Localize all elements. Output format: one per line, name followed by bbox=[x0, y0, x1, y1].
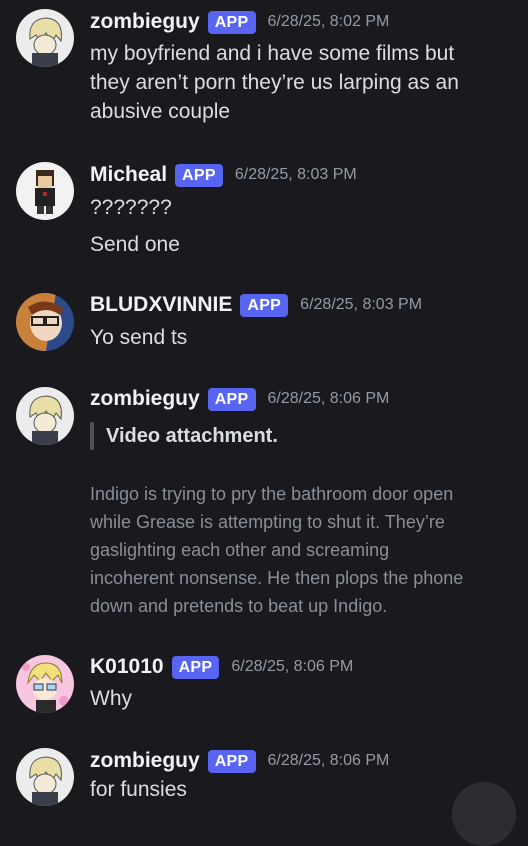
avatar-bludxvinnie[interactable] bbox=[16, 293, 74, 351]
timestamp: 6/28/25, 8:03 PM bbox=[300, 296, 423, 313]
avatar-zombieguy[interactable] bbox=[16, 387, 74, 445]
timestamp: 6/28/25, 8:02 PM bbox=[267, 13, 390, 30]
avatar-k01010[interactable] bbox=[16, 655, 74, 713]
app-badge: APP bbox=[175, 163, 223, 187]
embed-title: Video attachment. bbox=[106, 425, 278, 447]
username[interactable]: zombieguy bbox=[90, 387, 200, 411]
message-header: zombieguy APP 6/28/25, 8:06 PM bbox=[90, 744, 389, 778]
app-badge: APP bbox=[171, 655, 220, 679]
avatar-micheal[interactable] bbox=[16, 162, 74, 220]
message-text: ??????? bbox=[90, 196, 172, 219]
app-badge: APP bbox=[240, 293, 289, 317]
timestamp: 6/28/25, 8:06 PM bbox=[267, 390, 390, 407]
video-attachment-embed[interactable]: Video attachment. bbox=[90, 422, 526, 450]
app-badge: APP bbox=[207, 10, 256, 34]
timestamp: 6/28/25, 8:06 PM bbox=[267, 752, 390, 769]
avatar-zombieguy[interactable] bbox=[16, 9, 74, 67]
message-text: Send one bbox=[90, 233, 180, 256]
message-text: Yo send ts bbox=[90, 326, 188, 349]
message-text: Why bbox=[90, 687, 132, 710]
message-text: my boyfriend and i have some films but t… bbox=[90, 42, 459, 123]
timestamp: 6/28/25, 8:06 PM bbox=[231, 658, 354, 675]
avatar-zombieguy[interactable] bbox=[16, 748, 74, 806]
app-badge: APP bbox=[207, 387, 256, 411]
video-description: Indigo is trying to pry the bathroom doo… bbox=[90, 484, 464, 616]
message-header: Micheal APP 6/28/25, 8:03 PM bbox=[90, 158, 357, 192]
username[interactable]: zombieguy bbox=[90, 10, 200, 34]
app-badge: APP bbox=[207, 749, 256, 773]
message-header: BLUDXVINNIE APP 6/28/25, 8:03 PM bbox=[90, 288, 422, 322]
username[interactable]: zombieguy bbox=[90, 749, 200, 773]
jump-to-present-button[interactable] bbox=[452, 782, 516, 846]
username[interactable]: BLUDXVINNIE bbox=[90, 293, 232, 317]
timestamp: 6/28/25, 8:03 PM bbox=[234, 166, 357, 183]
message-header: K01010 APP 6/28/25, 8:06 PM bbox=[90, 650, 353, 684]
message-header: zombieguy APP 6/28/25, 8:02 PM bbox=[90, 5, 389, 39]
username[interactable]: Micheal bbox=[90, 163, 167, 187]
username[interactable]: K01010 bbox=[90, 655, 164, 679]
message-header: zombieguy APP 6/28/25, 8:06 PM bbox=[90, 382, 389, 416]
